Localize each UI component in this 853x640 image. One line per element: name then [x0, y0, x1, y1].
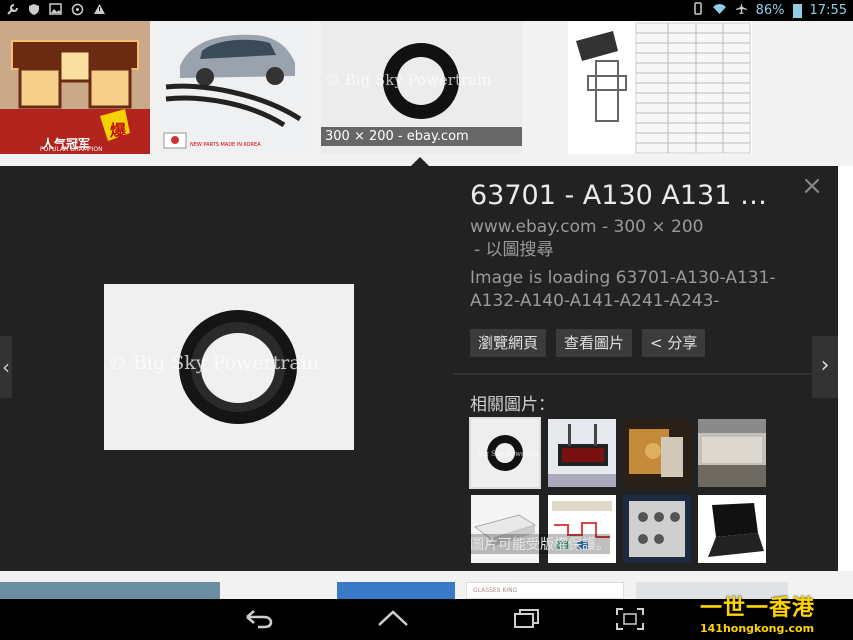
result-thumb-bottom-2[interactable]	[337, 582, 455, 599]
action-buttons: 瀏覽網頁 查看圖片 < 分享	[470, 329, 706, 357]
wrench-icon	[6, 3, 19, 19]
visit-page-button[interactable]: 瀏覽網頁	[470, 329, 547, 357]
lamp-sub: POPULAR CHAMPION	[40, 146, 103, 153]
related-thumb-3[interactable]	[623, 419, 691, 487]
clock: 17:55	[809, 3, 847, 18]
sync-icon	[71, 3, 84, 19]
divider	[453, 373, 838, 375]
glasses-label: GLASSES KING	[473, 587, 518, 594]
share-button[interactable]: < 分享	[642, 329, 706, 357]
related-thumb-2[interactable]	[548, 419, 616, 487]
related-cabinet-image	[698, 419, 766, 487]
related-laptop-image	[698, 495, 766, 563]
airplane-icon	[735, 2, 748, 19]
status-left-icons	[6, 3, 106, 19]
result-thumb-seal-selected[interactable]: © Big Sky Powertrain 300 × 200 - ebay.co…	[321, 21, 522, 154]
previous-image-button[interactable]: ‹	[0, 336, 12, 398]
back-icon[interactable]	[244, 607, 274, 634]
copyright-notice: 圖片可能受版權保護。	[470, 534, 610, 554]
preview-title: 63701 - A130 A131 …	[470, 180, 767, 211]
car-image	[160, 21, 312, 154]
result-thumb-lamp[interactable]: 人气冠军 爆 POPULAR CHAMPION	[0, 21, 150, 154]
related-sign-image	[548, 419, 616, 487]
search-by-image-link[interactable]: - 以圖搜尋	[470, 239, 703, 262]
related-thumb-1[interactable]: Big Sky Powertrain	[469, 417, 541, 489]
logo-url: 141hongkong.com	[700, 622, 815, 635]
battery-icon	[792, 3, 802, 18]
related-thumb-8[interactable]	[698, 495, 766, 563]
result-thumb-parts-chart[interactable]	[568, 21, 752, 154]
logo-main-text: 一世一香港	[700, 596, 816, 621]
screenshot-icon[interactable]	[615, 607, 645, 636]
parts-chart-image	[568, 21, 752, 154]
related-panel-image	[623, 419, 691, 487]
preview-image[interactable]: © Big Sky Powertrain	[104, 284, 354, 450]
result-thumb-car[interactable]: NEW PARTS MADE IN KOREA	[160, 21, 312, 154]
lamp-badge: 爆	[110, 121, 127, 140]
preview-watermark: © Big Sky Powertrain	[108, 352, 319, 374]
related-seal-image: Big Sky Powertrain	[471, 419, 539, 487]
preview-meta: www.ebay.com - 300 × 200 - 以圖搜尋	[470, 216, 703, 262]
related-knobs-image	[623, 495, 691, 563]
wifi-icon	[712, 3, 727, 19]
site-logo-watermark: 一世一香港 141hongkong.com	[700, 596, 815, 635]
battery-percent: 86%	[755, 3, 785, 18]
car-label: NEW PARTS MADE IN KOREA	[190, 142, 261, 148]
related-thumb-4[interactable]	[698, 419, 766, 487]
home-icon[interactable]	[377, 607, 409, 634]
warning-icon	[93, 3, 106, 19]
result-thumb-bottom-1[interactable]	[0, 582, 220, 599]
image-preview-panel: ‹ © Big Sky Powertrain › × 63701 - A130 …	[0, 166, 838, 571]
status-right: 86% 17:55	[692, 2, 847, 19]
shield-icon	[28, 3, 40, 19]
more-results-row: GLASSES KING	[0, 571, 853, 599]
related-seal-watermark: Big Sky Powertrain	[477, 450, 539, 458]
result-thumb-bottom-3[interactable]: GLASSES KING	[466, 582, 624, 599]
next-image-button[interactable]: ›	[812, 336, 838, 398]
recents-icon[interactable]	[512, 607, 542, 634]
source-line[interactable]: www.ebay.com - 300 × 200	[470, 217, 703, 237]
image-icon	[49, 3, 62, 19]
status-bar: 86% 17:55	[0, 0, 853, 21]
preview-description: Image is loading 63701-A130-A131-A132-A1…	[470, 268, 776, 311]
related-images-heading: 相關圖片：	[470, 395, 555, 415]
vibrate-icon	[692, 2, 704, 19]
thumb-caption: 300 × 200 - ebay.com	[321, 127, 522, 146]
seal-thumb-watermark: © Big Sky Powertrain	[325, 71, 492, 89]
close-icon[interactable]: ×	[800, 173, 824, 199]
view-image-button[interactable]: 查看圖片	[556, 329, 633, 357]
related-thumb-7[interactable]	[623, 495, 691, 563]
image-results-row: 人气冠军 爆 POPULAR CHAMPION NEW PARTS MADE I…	[0, 21, 853, 166]
